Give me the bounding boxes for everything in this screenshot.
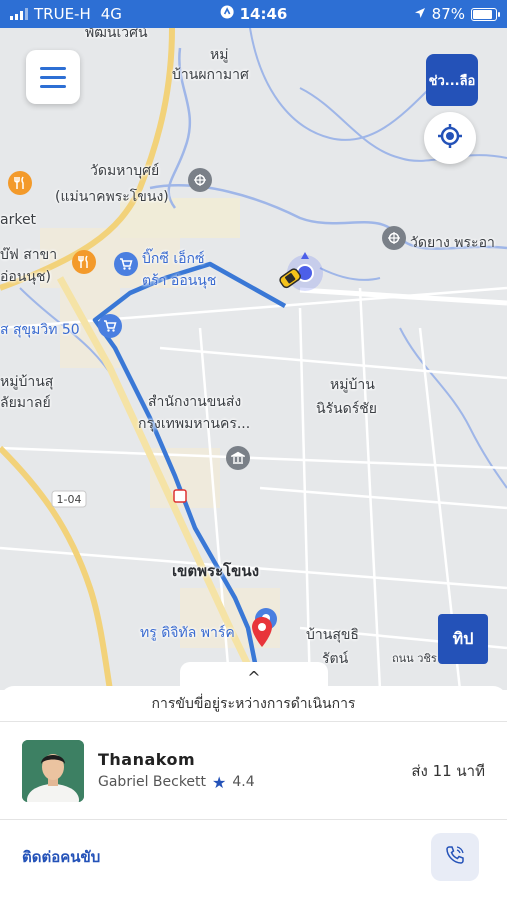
- map-label: arket: [0, 212, 37, 228]
- shopping-cart-icon[interactable]: [114, 252, 138, 276]
- help-button[interactable]: ช่ว...ลือ: [426, 54, 478, 106]
- trip-bottom-sheet: การขับขี่อยู่ระหว่างการดำเนินการ Thanako…: [0, 686, 507, 900]
- driver-name: Thanakom: [98, 749, 196, 769]
- carrier-name: TRUE-H: [34, 5, 91, 23]
- map-label: หมู่: [210, 47, 229, 63]
- battery-icon: [471, 7, 500, 21]
- map-label: อ่อนนุช): [0, 269, 51, 285]
- driver-row[interactable]: Thanakom Gabriel Beckett ★ 4.4 ส่ง 11 นา…: [0, 722, 507, 820]
- map-label: วัดยาง พระอา: [410, 235, 495, 251]
- map-label: ถนน วชิร: [392, 652, 437, 665]
- map-label: กรุงเทพมหานคร...: [138, 416, 251, 432]
- eta-text: ส่ง 11 นาที: [411, 761, 485, 780]
- government-building-icon[interactable]: [226, 446, 250, 470]
- map-label: ลัยมาลย์: [0, 395, 51, 411]
- temple-icon[interactable]: [188, 168, 212, 192]
- menu-line: [40, 84, 66, 88]
- map-label: หมู่บ้านสุ: [0, 374, 54, 390]
- car-name: Gabriel Beckett: [98, 774, 207, 790]
- destination-pin-icon: [250, 616, 274, 652]
- contact-driver-label[interactable]: ติดต่อคนขับ: [22, 845, 431, 869]
- road-shield-label: 1-04: [57, 493, 82, 506]
- restaurant-icon[interactable]: [72, 250, 96, 274]
- map-label: บ้านผกามาศ: [172, 67, 249, 83]
- map-label: บ๊ฟ สาขา: [0, 247, 58, 263]
- star-icon: ★: [212, 772, 227, 792]
- signal-icon: [10, 8, 28, 20]
- driver-avatar: [22, 739, 84, 802]
- network-type: 4G: [100, 5, 122, 23]
- restaurant-icon[interactable]: [8, 171, 32, 195]
- map-label: ทรู ดิจิทัล พาร์ค: [140, 625, 235, 641]
- chevron-up-icon: ^: [247, 667, 261, 687]
- map-label: นิรันดร์ชัย: [316, 401, 377, 417]
- contact-driver-row[interactable]: ติดต่อคนขับ: [0, 820, 507, 894]
- recenter-button[interactable]: [424, 112, 476, 164]
- shopping-cart-icon[interactable]: [98, 314, 122, 338]
- map-label: วัดมหาบุศย์: [90, 163, 160, 179]
- status-bar: TRUE-H 4G 14:46 87%: [0, 0, 507, 28]
- map-label: บ้านสุขธิ: [306, 627, 359, 643]
- call-driver-button[interactable]: [431, 833, 479, 881]
- crosshair-icon: [437, 123, 463, 153]
- map-view[interactable]: 1-04 พัฒนเวศน์ หมู่ บ้านผกามาศ วัดมหาบุศ…: [0, 28, 507, 690]
- map-label: ตร้า อ่อนนุช: [142, 273, 217, 289]
- map-label: (แม่นาคพระโขนง): [55, 189, 169, 205]
- map-label: หมู่บ้าน: [330, 377, 375, 393]
- screen-lock-icon: [220, 5, 234, 23]
- menu-line: [40, 66, 66, 70]
- location-arrow-icon: [414, 5, 426, 23]
- map-label: เขตพระโขนง: [172, 562, 260, 580]
- trip-status-text: การขับขี่อยู่ระหว่างการดำเนินการ: [0, 686, 507, 722]
- map-label: บิ๊กซี เอ็กซ์: [142, 251, 205, 267]
- driver-rating: 4.4: [232, 774, 255, 790]
- map-label: สำนักงานขนส่ง: [148, 394, 242, 410]
- menu-line: [40, 75, 66, 79]
- menu-button[interactable]: [26, 50, 80, 104]
- clock: 14:46: [239, 5, 288, 23]
- map-label: พัฒนเวศน์: [85, 28, 148, 41]
- tip-button[interactable]: ทิป: [438, 614, 488, 664]
- temple-icon[interactable]: [382, 226, 406, 250]
- battery-percent: 87%: [431, 5, 465, 23]
- map-label: ส สุขุมวิท 50: [0, 322, 80, 338]
- phone-icon: [445, 845, 465, 869]
